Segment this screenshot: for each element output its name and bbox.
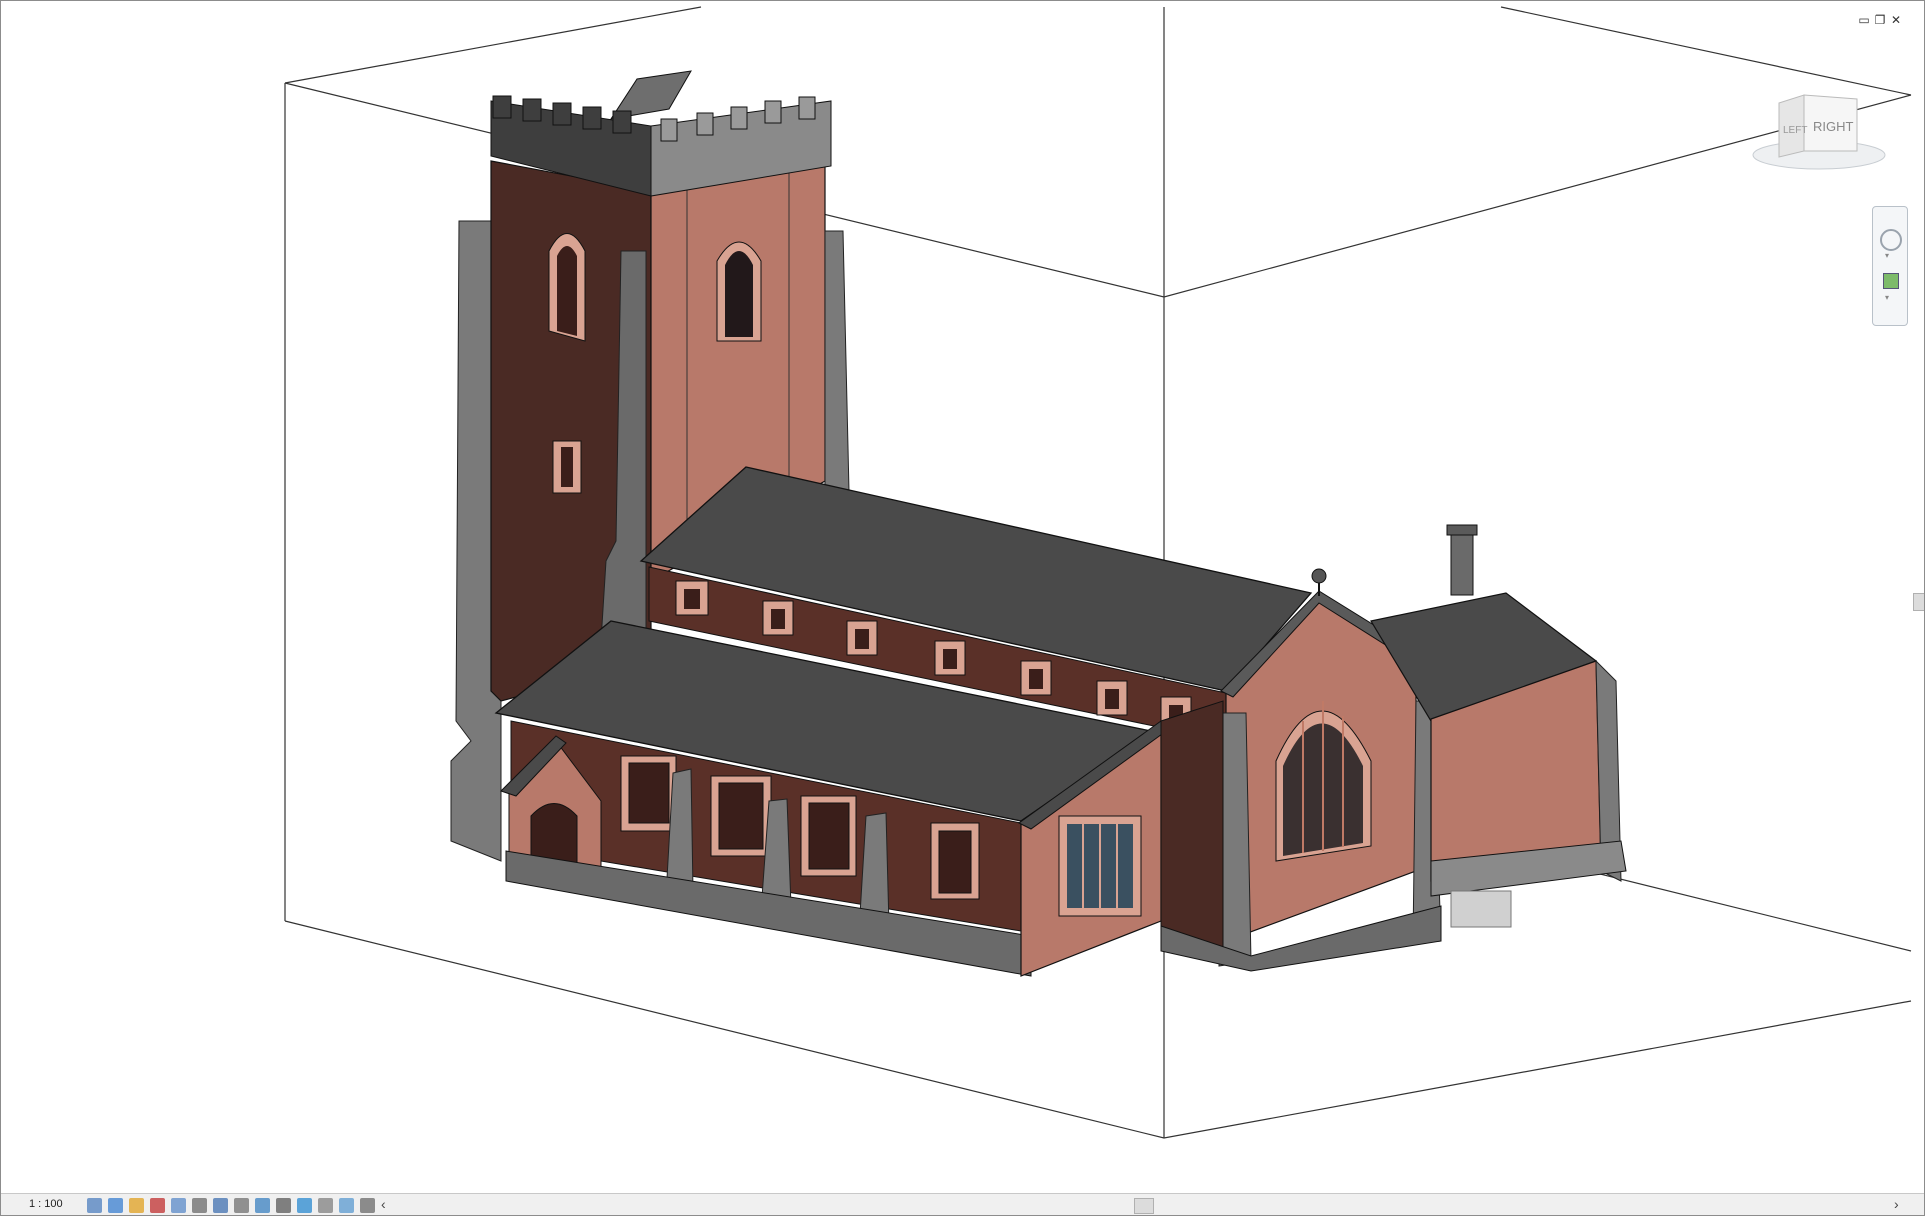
minimize-icon[interactable]: ▭ bbox=[1857, 13, 1871, 27]
shadows-icon[interactable] bbox=[150, 1198, 165, 1213]
navigation-bar: ▾ ▾ bbox=[1872, 206, 1908, 326]
scale-label[interactable]: 1 : 100 bbox=[29, 1198, 63, 1210]
temporary-hide-icon[interactable] bbox=[255, 1198, 270, 1213]
sun-path-icon[interactable] bbox=[129, 1198, 144, 1213]
3d-view-canvas[interactable]: ▭ ❐ ✕ LEFT RIGHT ▾ ▾ 1 : 100 ‹ › bbox=[0, 0, 1925, 1216]
render-icon[interactable] bbox=[171, 1198, 186, 1213]
detail-level-icon[interactable] bbox=[87, 1198, 102, 1213]
scroll-left-icon[interactable]: ‹ bbox=[381, 1196, 386, 1212]
zoom-icon[interactable] bbox=[1883, 273, 1899, 289]
church-3d-model[interactable] bbox=[1, 1, 1925, 1216]
viewcube[interactable]: LEFT RIGHT bbox=[1749, 91, 1889, 173]
show-crop-icon[interactable] bbox=[213, 1198, 228, 1213]
steering-wheel-icon[interactable] bbox=[1880, 229, 1902, 251]
design-options-icon[interactable] bbox=[360, 1198, 375, 1213]
crop-view-icon[interactable] bbox=[192, 1198, 207, 1213]
viewcube-face-right[interactable]: RIGHT bbox=[1813, 119, 1854, 134]
tower-slit-window bbox=[552, 440, 582, 494]
worksharing-icon[interactable] bbox=[339, 1198, 354, 1213]
view-control-bar: 1 : 100 ‹ › bbox=[1, 1193, 1924, 1215]
highlight-displacement-icon[interactable] bbox=[318, 1198, 333, 1213]
viewcube-face-left[interactable]: LEFT bbox=[1783, 125, 1807, 136]
chevron-down-icon[interactable]: ▾ bbox=[1885, 251, 1889, 260]
restore-icon[interactable]: ❐ bbox=[1873, 13, 1887, 27]
visual-style-icon[interactable] bbox=[108, 1198, 123, 1213]
analytical-model-icon[interactable] bbox=[297, 1198, 312, 1213]
lock-3d-icon[interactable] bbox=[234, 1198, 249, 1213]
scroll-right-icon[interactable]: › bbox=[1894, 1196, 1899, 1212]
tower-window-right bbox=[716, 241, 762, 342]
close-icon[interactable]: ✕ bbox=[1889, 13, 1903, 27]
tower-window-left bbox=[548, 233, 586, 342]
horizontal-scrollbar-thumb[interactable] bbox=[1134, 1198, 1154, 1214]
chevron-down-icon[interactable]: ▾ bbox=[1885, 293, 1889, 302]
vertical-scrollbar-thumb[interactable] bbox=[1913, 593, 1924, 611]
reveal-hidden-icon[interactable] bbox=[276, 1198, 291, 1213]
